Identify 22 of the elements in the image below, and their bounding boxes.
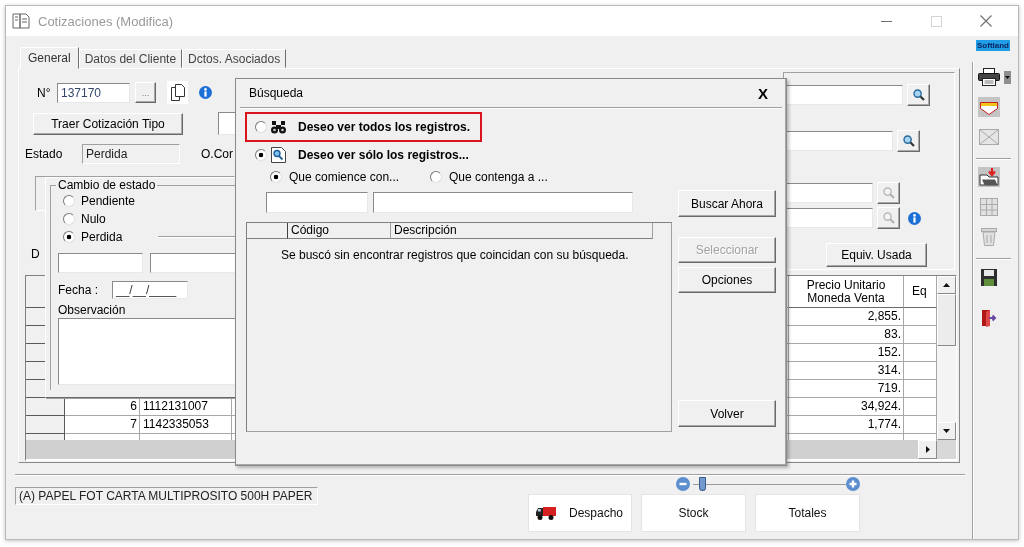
field-label: O.Cor [201, 147, 233, 161]
notes-label: Observación [58, 303, 127, 317]
table-cell: 719. [789, 380, 904, 398]
empty-results-message: Se buscó sin encontrar registros que coincidan con su búsqueda. [281, 248, 629, 262]
table-cell: 34,924. [789, 398, 904, 416]
group-title: Cambio de estado [57, 178, 157, 192]
status-field: Perdida [82, 144, 180, 164]
table-cell: 1142335053 [140, 416, 232, 434]
date-label: Fecha : [58, 283, 100, 297]
table-cell: 7 [65, 416, 140, 434]
table-cell: 152. [789, 344, 904, 362]
table-cell: 1,774. [789, 416, 904, 434]
table-cell: 83. [789, 326, 904, 344]
table-cell: 2,855. [789, 308, 904, 326]
dialog-title: Búsqueda [249, 86, 304, 100]
field-label: D [31, 247, 40, 261]
number-label: N° [37, 85, 52, 100]
table-cell: 314. [789, 362, 904, 380]
brand-badge: Softland [976, 40, 1010, 51]
status-label: Estado [25, 147, 64, 161]
description-label: (A) PAPEL FOT CARTA MULTIPROSITO 500H PAPER [15, 487, 318, 505]
window-title: Cotizaciones (Modifica) [38, 13, 174, 29]
